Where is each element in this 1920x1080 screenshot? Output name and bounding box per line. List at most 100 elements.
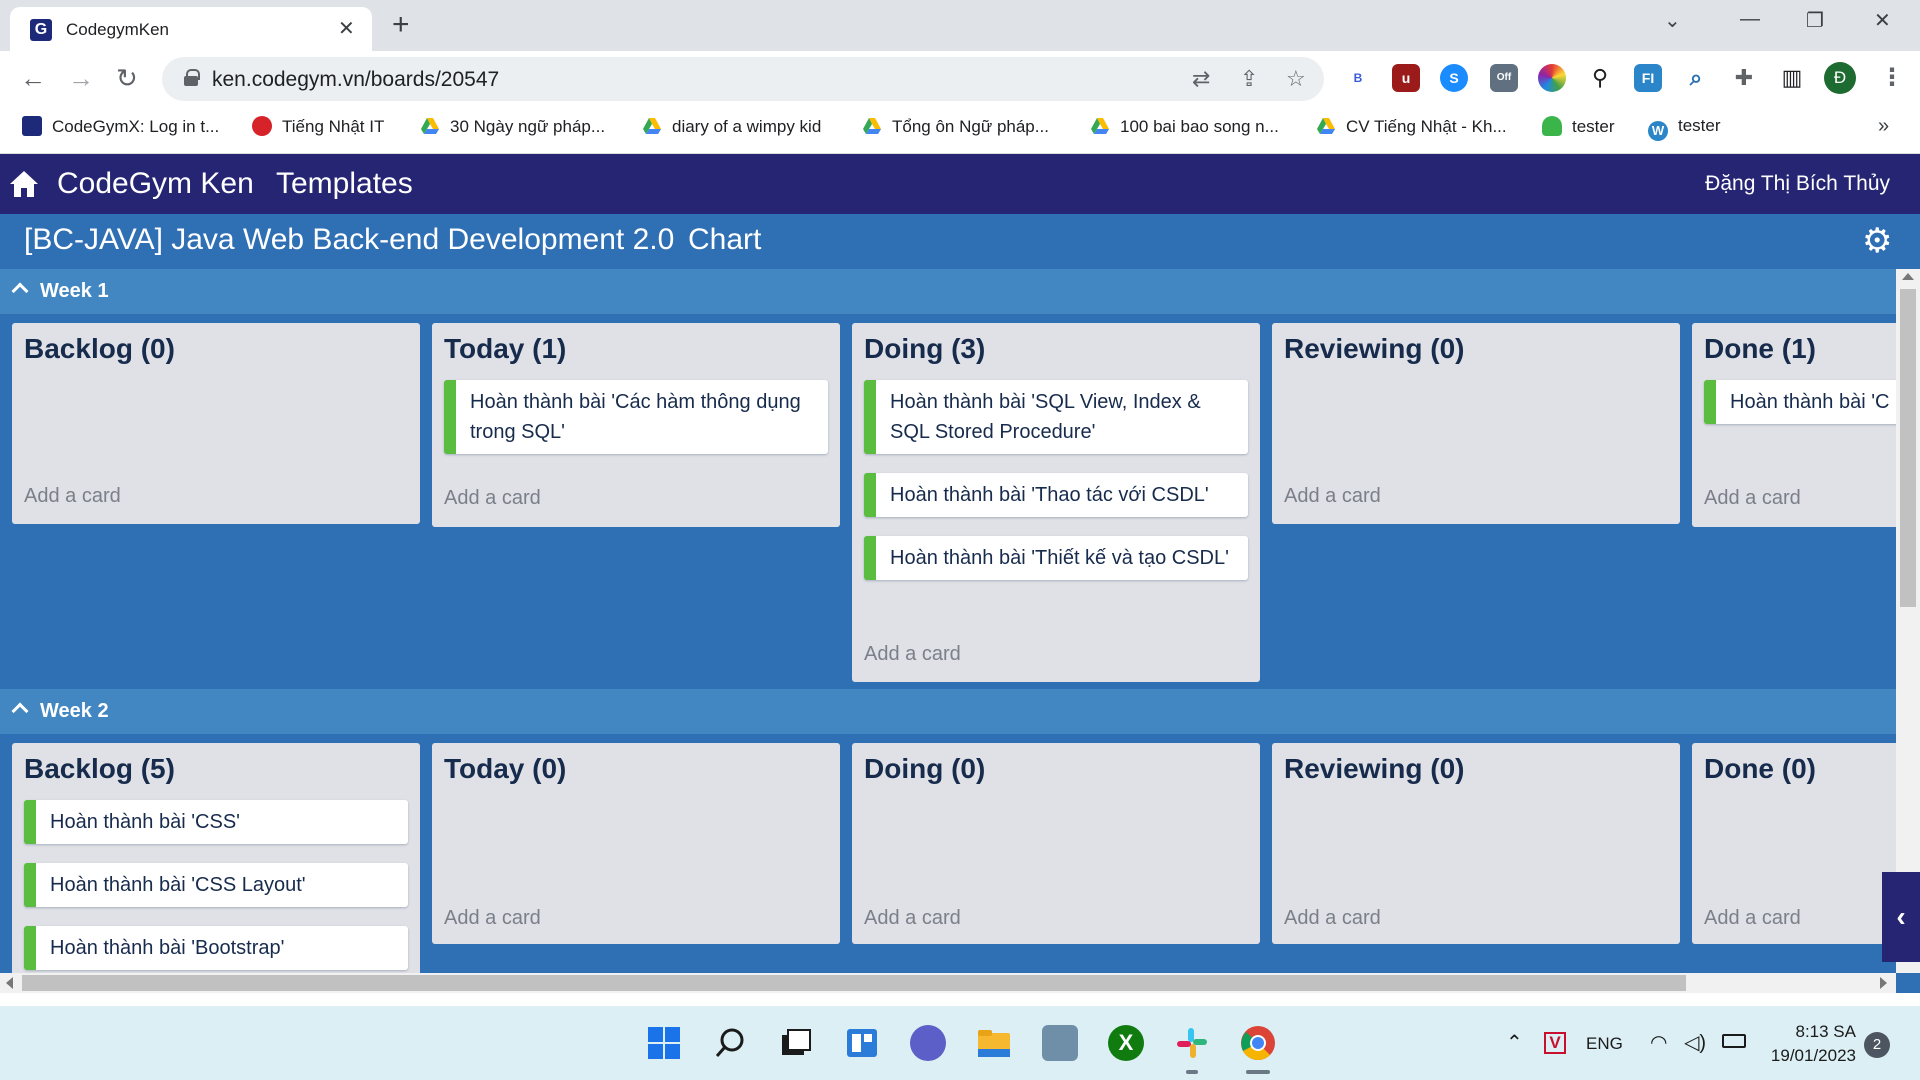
battery-icon[interactable]	[1722, 1034, 1746, 1048]
bookmark-item[interactable]: 100 bai bao song n...	[1090, 116, 1279, 137]
browser-tab[interactable]: G CodegymKen ✕	[10, 7, 372, 51]
bookmark-item[interactable]: CodeGymX: Log in t...	[22, 116, 219, 137]
task-card[interactable]: Hoàn thành bài 'CSS'	[24, 800, 408, 844]
task-view-icon[interactable]	[778, 1025, 814, 1061]
address-bar[interactable]: ken.codegym.vn/boards/20547 ⇄ ⇪ ☆	[162, 57, 1324, 101]
horizontal-scrollbar[interactable]	[0, 973, 1896, 993]
chevron-up-icon[interactable]: ⌃	[1506, 1030, 1523, 1055]
file-explorer-icon[interactable]	[976, 1025, 1012, 1061]
list-title[interactable]: Done (1)	[1704, 333, 1816, 365]
list-title[interactable]: Today (0)	[444, 753, 566, 785]
scroll-right-icon[interactable]	[1880, 977, 1887, 989]
notification-badge[interactable]: 2	[1864, 1032, 1890, 1058]
vertical-scroll-thumb[interactable]	[1900, 289, 1916, 607]
profile-avatar[interactable]: Đ	[1824, 62, 1856, 94]
minimize-icon[interactable]: —	[1740, 8, 1760, 31]
bookmark-item[interactable]: Tiếng Nhật IT	[252, 116, 384, 137]
translate-icon[interactable]: ⇄	[1192, 66, 1210, 92]
vietkey-v-icon[interactable]: V	[1544, 1032, 1566, 1054]
week-header[interactable]: Week 2	[0, 689, 1896, 734]
board-title[interactable]: [BC-JAVA] Java Web Back-end Development …	[24, 223, 674, 257]
tab-search-chevron-icon[interactable]: ⌄	[1664, 8, 1681, 33]
app-title[interactable]: CodeGym Ken	[57, 167, 254, 201]
restore-icon[interactable]: ❐	[1806, 8, 1824, 33]
window-close-icon[interactable]: ✕	[1874, 8, 1891, 33]
task-card[interactable]: Hoàn thành bài 'Thao tác với CSDL'	[864, 473, 1248, 517]
list-title[interactable]: Backlog (0)	[24, 333, 175, 365]
task-card[interactable]: Hoàn thành bài 'Thiết kế và tạo CSDL'	[864, 536, 1248, 580]
add-card-button[interactable]: Add a card	[444, 907, 541, 930]
wifi-icon[interactable]: ◠	[1650, 1030, 1667, 1055]
sidebar-toggle-button[interactable]: ‹	[1882, 872, 1920, 962]
list-title[interactable]: Doing (3)	[864, 333, 985, 365]
gear-icon[interactable]: ⚙	[1862, 224, 1892, 258]
chrome-icon[interactable]	[1240, 1025, 1276, 1061]
xbox-icon[interactable]: X	[1108, 1025, 1144, 1061]
language-indicator[interactable]: ENG	[1586, 1034, 1623, 1054]
vertical-scrollbar[interactable]	[1896, 269, 1920, 973]
task-card[interactable]: Hoàn thành bài 'Các hàm thông dụng trong…	[444, 380, 828, 454]
week-header[interactable]: Week 1	[0, 269, 1896, 314]
list-title[interactable]: Doing (0)	[864, 753, 985, 785]
zoom-search-icon[interactable]: ⚲	[1586, 64, 1614, 92]
extension-fi-icon[interactable]: FI	[1634, 64, 1662, 92]
extension-b-icon[interactable]: B	[1344, 64, 1372, 92]
bookmark-item[interactable]: diary of a wimpy kid	[642, 116, 821, 137]
bookmark-item[interactable]: tester	[1542, 116, 1615, 137]
bookmark-item[interactable]: Wtester	[1648, 116, 1721, 141]
back-icon[interactable]: ←	[20, 63, 46, 94]
slack-icon[interactable]	[1174, 1025, 1210, 1061]
new-tab-icon[interactable]: +	[392, 8, 410, 42]
reload-icon[interactable]: ↻	[116, 63, 138, 94]
add-card-button[interactable]: Add a card	[1284, 907, 1381, 930]
volume-icon[interactable]: ◁)	[1684, 1030, 1706, 1055]
scroll-up-icon[interactable]	[1902, 273, 1914, 280]
bookmarks-overflow-icon[interactable]: »	[1878, 115, 1889, 138]
teams-chat-icon[interactable]	[910, 1025, 946, 1061]
share-icon[interactable]: ⇪	[1240, 66, 1258, 92]
scroll-left-icon[interactable]	[6, 977, 13, 989]
list-title[interactable]: Done (0)	[1704, 753, 1816, 785]
browser-menu-icon[interactable]: ⋮	[1880, 63, 1904, 92]
bookmark-item[interactable]: Tổng ôn Ngữ pháp...	[862, 116, 1049, 137]
task-card[interactable]: Hoàn thành bài 'SQL View, Index & SQL St…	[864, 380, 1248, 454]
url-text[interactable]: ken.codegym.vn/boards/20547	[212, 68, 499, 92]
list-title[interactable]: Today (1)	[444, 333, 566, 365]
add-card-button[interactable]: Add a card	[1284, 485, 1381, 508]
widgets-icon[interactable]	[844, 1025, 880, 1061]
lock-icon	[184, 69, 200, 86]
list-title[interactable]: Reviewing (0)	[1284, 333, 1464, 365]
extensions-puzzle-icon[interactable]: ✚	[1730, 64, 1758, 92]
chart-link[interactable]: Chart	[688, 223, 761, 257]
task-card[interactable]: Hoàn thành bài 'C hệ'	[1704, 380, 1896, 424]
clock[interactable]: 8:13 SA 19/01/2023	[1760, 1020, 1856, 1068]
add-card-button[interactable]: Add a card	[1704, 487, 1801, 510]
task-card[interactable]: Hoàn thành bài 'Bootstrap'	[24, 926, 408, 970]
home-icon[interactable]	[9, 170, 39, 198]
user-name[interactable]: Đặng Thị Bích Thủy	[1705, 172, 1890, 196]
extension-off-icon[interactable]: Off	[1490, 64, 1518, 92]
horizontal-scroll-thumb[interactable]	[22, 975, 1686, 991]
shazam-icon[interactable]: S	[1440, 64, 1468, 92]
bookmark-item[interactable]: CV Tiếng Nhật - Kh...	[1316, 116, 1507, 137]
start-icon[interactable]	[646, 1025, 682, 1061]
templates-link[interactable]: Templates	[276, 167, 413, 201]
ublock-icon[interactable]: u	[1392, 64, 1420, 92]
search-icon[interactable]	[712, 1025, 748, 1061]
add-card-button[interactable]: Add a card	[444, 487, 541, 510]
list-title[interactable]: Reviewing (0)	[1284, 753, 1464, 785]
bookmark-star-icon[interactable]: ☆	[1286, 66, 1306, 92]
add-card-button[interactable]: Add a card	[1704, 907, 1801, 930]
add-card-button[interactable]: Add a card	[864, 907, 961, 930]
photos-app-icon[interactable]	[1042, 1025, 1078, 1061]
add-card-button[interactable]: Add a card	[24, 485, 121, 508]
add-card-button[interactable]: Add a card	[864, 643, 961, 666]
list-title[interactable]: Backlog (5)	[24, 753, 175, 785]
task-card[interactable]: Hoàn thành bài 'CSS Layout'	[24, 863, 408, 907]
forward-icon[interactable]: →	[68, 63, 94, 94]
side-panel-icon[interactable]: ▥	[1778, 64, 1806, 92]
color-picker-icon[interactable]	[1538, 64, 1566, 92]
bookmark-item[interactable]: 30 Ngày ngữ pháp...	[420, 116, 605, 137]
close-tab-icon[interactable]: ✕	[338, 16, 355, 41]
inspect-icon[interactable]: ⌕	[1682, 64, 1710, 92]
